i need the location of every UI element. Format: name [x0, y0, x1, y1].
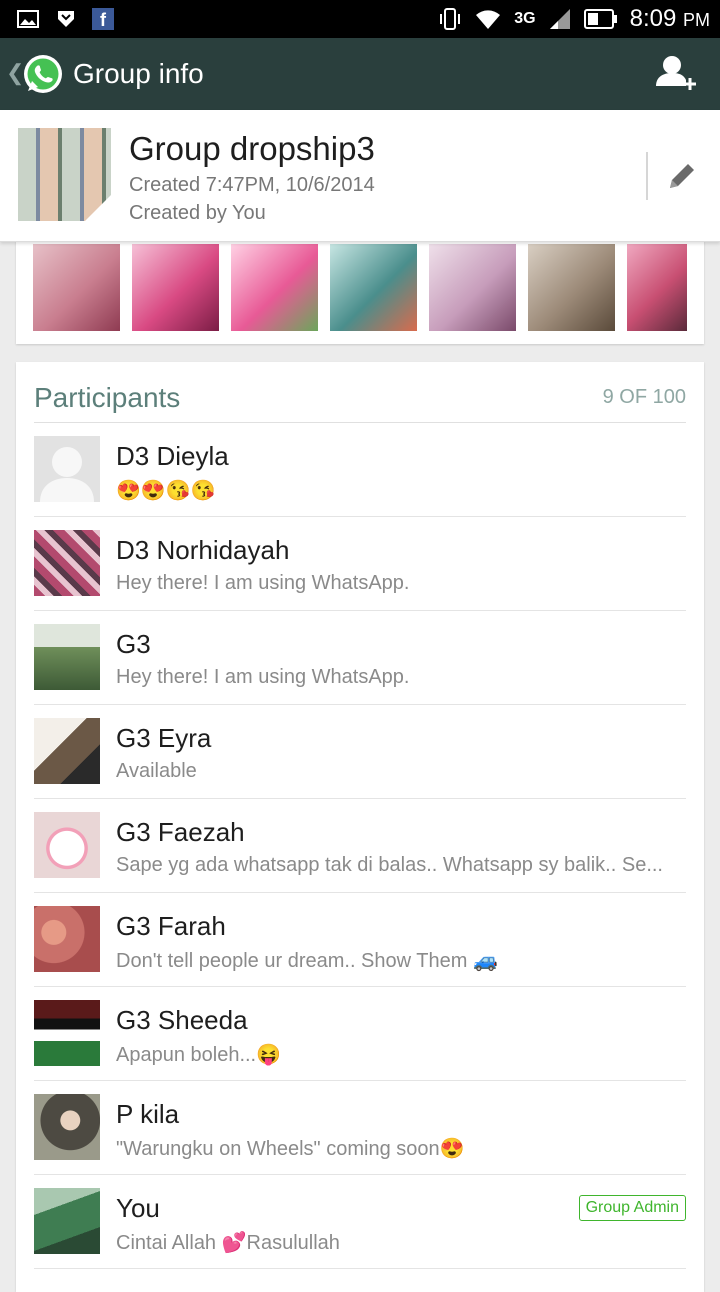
- facebook-icon: f: [92, 8, 114, 30]
- participant-row[interactable]: G3 Eyra Available: [34, 705, 686, 799]
- network-type: 3G: [514, 10, 536, 27]
- page-title: Group info: [73, 58, 204, 89]
- avatar: [34, 436, 100, 502]
- avatar: [34, 1188, 100, 1254]
- signal-icon: [549, 9, 570, 29]
- participant-name: D3 Norhidayah: [116, 535, 290, 565]
- status-bar: f 3G 8:09 PM: [0, 0, 720, 38]
- participant-name: G3 Eyra: [116, 723, 212, 753]
- group-admin-badge: Group Admin: [578, 1195, 686, 1221]
- group-avatar[interactable]: [18, 128, 111, 221]
- participant-status: Hey there! I am using WhatsApp.: [116, 666, 410, 688]
- add-user-icon[interactable]: [654, 52, 696, 96]
- vibrate-icon: [440, 8, 461, 30]
- participant-row[interactable]: G3 Farah Don't tell people ur dream.. Sh…: [34, 893, 686, 987]
- participant-status: Don't tell people ur dream.. Show Them 🚙: [116, 950, 498, 972]
- media-thumb-5[interactable]: [429, 244, 516, 331]
- participant-status: 😍😍😘😘: [116, 480, 216, 502]
- participant-name: You: [116, 1193, 160, 1223]
- avatar: [34, 906, 100, 972]
- wifi-icon: [476, 10, 501, 29]
- shield-icon: [58, 11, 74, 27]
- participant-row[interactable]: G3 Sheeda Apapun boleh...😝: [34, 987, 686, 1081]
- avatar: [34, 624, 100, 690]
- battery-icon: [583, 9, 617, 29]
- avatar: [34, 718, 100, 784]
- participant-name: D3 Dieyla: [116, 441, 229, 471]
- participant-row[interactable]: D3 Dieyla 😍😍😘😘: [34, 423, 686, 517]
- participant-status: Apapun boleh...😝: [116, 1044, 282, 1066]
- participant-status: "Warungku on Wheels" coming soon😍: [116, 1138, 465, 1160]
- media-thumb-4[interactable]: [330, 244, 417, 331]
- avatar: [34, 812, 100, 878]
- avatar: [34, 1000, 100, 1066]
- participant-name: P kila: [116, 1099, 180, 1129]
- participant-row[interactable]: P kila "Warungku on Wheels" coming soon😍: [34, 1081, 686, 1175]
- group-name: Group dropship3: [129, 130, 375, 167]
- whatsapp-icon[interactable]: [22, 53, 64, 95]
- clock: 8:09 PM: [629, 5, 710, 32]
- participant-name: G3 Faezah: [116, 817, 245, 847]
- participant-name: G3 Sheeda: [116, 1005, 248, 1035]
- media-thumb-2[interactable]: [132, 244, 219, 331]
- media-thumb-7[interactable]: [627, 244, 687, 331]
- participant-row[interactable]: G3 Hey there! I am using WhatsApp.: [34, 611, 686, 705]
- gallery-icon: [17, 10, 39, 28]
- participant-status: Available: [116, 760, 197, 782]
- pencil-icon[interactable]: [664, 158, 700, 194]
- participant-row[interactable]: G3 Faezah Sape yg ada whatsapp tak di ba…: [34, 799, 686, 893]
- participants-card: Participants 9 OF 100 D3 Dieyla 😍😍😘😘 D3 …: [16, 362, 704, 1292]
- divider: [646, 152, 648, 200]
- participant-status: Hey there! I am using WhatsApp.: [116, 572, 410, 594]
- created-by: Created by You: [129, 202, 266, 224]
- participant-row[interactable]: You Cintai Allah 💕Rasulullah Group Admin: [34, 1175, 686, 1269]
- participant-status: Cintai Allah 💕Rasulullah: [116, 1232, 340, 1254]
- media-thumb-3[interactable]: [231, 244, 318, 331]
- participant-name: G3: [116, 629, 151, 659]
- participants-count: 9 OF 100: [602, 386, 686, 408]
- participant-row[interactable]: D3 Norhidayah Hey there! I am using What…: [34, 517, 686, 611]
- avatar: [34, 1094, 100, 1160]
- participant-status: Sape yg ada whatsapp tak di balas.. What…: [116, 854, 663, 876]
- participant-name: G3 Farah: [116, 911, 226, 941]
- group-header: Group dropship3 Created 7:47PM, 10/6/201…: [0, 110, 720, 242]
- media-strip: [16, 236, 704, 344]
- participants-title: Participants: [34, 382, 181, 413]
- avatar: [34, 530, 100, 596]
- created-timestamp: Created 7:47PM, 10/6/2014: [129, 174, 375, 196]
- media-thumb-6[interactable]: [528, 244, 615, 331]
- app-bar: ❮ Group info: [0, 38, 720, 110]
- media-thumb-1[interactable]: [33, 244, 120, 331]
